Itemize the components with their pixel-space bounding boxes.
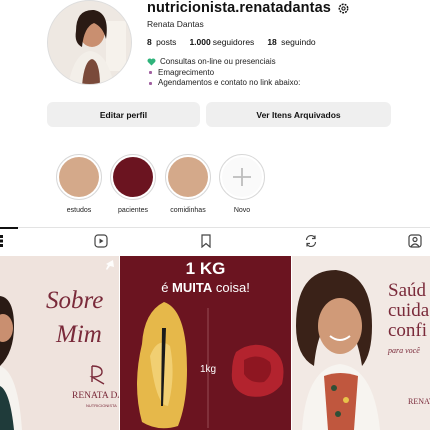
plus-icon	[233, 168, 251, 186]
profile-username-row: nutricionista.renatadantas	[147, 0, 350, 16]
bio-line-2: Emagrecimento	[147, 68, 300, 79]
settings-gear-icon[interactable]	[337, 2, 350, 15]
bullet-icon	[149, 81, 152, 85]
post-image: 1 KG é MUITA coisa! 1kg	[120, 256, 291, 430]
highlight-cover	[168, 157, 208, 197]
highlight-label: comidinhas	[170, 207, 206, 214]
post1-brand-sub: NUTRICIONISTA	[86, 403, 117, 408]
tagged-collab-icon[interactable]	[304, 234, 318, 248]
highlight-pacientes[interactable]	[110, 154, 156, 200]
post-image: Saúd cuida confi para você RENATA	[292, 256, 430, 430]
view-archive-button[interactable]: Ver Itens Arquivados	[206, 102, 391, 127]
post3-title-line2: cuida	[388, 300, 430, 321]
highlight-label: Novo	[233, 207, 251, 214]
post1-title-line2: Mim	[55, 321, 102, 348]
highlight-cover	[222, 157, 262, 197]
green-heart-icon	[147, 58, 156, 66]
edit-profile-button[interactable]: Editar perfil	[47, 102, 200, 127]
highlight-label: pacientes	[118, 207, 148, 214]
saved-icon[interactable]	[199, 234, 213, 248]
following-count[interactable]: 18 seguindo	[267, 37, 315, 47]
new-highlight-button[interactable]	[219, 154, 265, 200]
post3-tagline: para você	[387, 346, 420, 355]
bio-line-3: Agendamentos e contato no link abaixo:	[147, 78, 300, 89]
tabs-divider	[0, 227, 430, 228]
post3-title-line1: Saúd	[388, 280, 427, 301]
post-image: Sobre Mim RENATA DANTAS NUTRICIONISTA	[0, 256, 119, 430]
post-tile-1kg[interactable]: 1 KG é MUITA coisa! 1kg	[120, 256, 291, 430]
highlight-cover	[59, 157, 99, 197]
profile-avatar[interactable]	[47, 0, 132, 85]
post2-headline-num: 1 KG	[186, 259, 226, 278]
highlight-comidinhas[interactable]	[165, 154, 211, 200]
bio-line-1: Consultas on-line ou presenciais	[147, 57, 300, 68]
grid-icon[interactable]	[0, 234, 14, 248]
bullet-icon	[149, 71, 152, 75]
post-tile-sobre-mim[interactable]: Sobre Mim RENATA DANTAS NUTRICIONISTA	[0, 256, 119, 430]
post3-title-line3: confi	[388, 320, 427, 341]
profile-full-name: Renata Dantas	[147, 19, 204, 29]
avatar-photo	[48, 1, 131, 84]
posts-count: 8 posts	[147, 37, 177, 47]
post1-brand: RENATA DANTAS	[72, 391, 119, 401]
post-tile-saude[interactable]: Saúd cuida confi para você RENATA	[292, 256, 430, 430]
highlight-estudos[interactable]	[56, 154, 102, 200]
reels-icon[interactable]	[94, 234, 108, 248]
post2-headline: é MUITA coisa!	[161, 280, 250, 295]
highlight-cover	[113, 157, 153, 197]
profile-bio: Consultas on-line ou presenciais Emagrec…	[147, 57, 300, 89]
profile-stats: 8 posts 1.000 seguidores 18 seguindo	[147, 37, 316, 47]
profile-username: nutricionista.renatadantas	[147, 0, 331, 16]
post2-label: 1kg	[200, 364, 216, 375]
active-tab-indicator	[0, 227, 18, 229]
post1-title-line1: Sobre	[46, 287, 103, 314]
post3-brand: RENATA	[408, 397, 430, 406]
tagged-icon[interactable]	[408, 234, 422, 248]
highlight-label: estudos	[66, 207, 92, 214]
followers-count[interactable]: 1.000 seguidores	[189, 37, 254, 47]
